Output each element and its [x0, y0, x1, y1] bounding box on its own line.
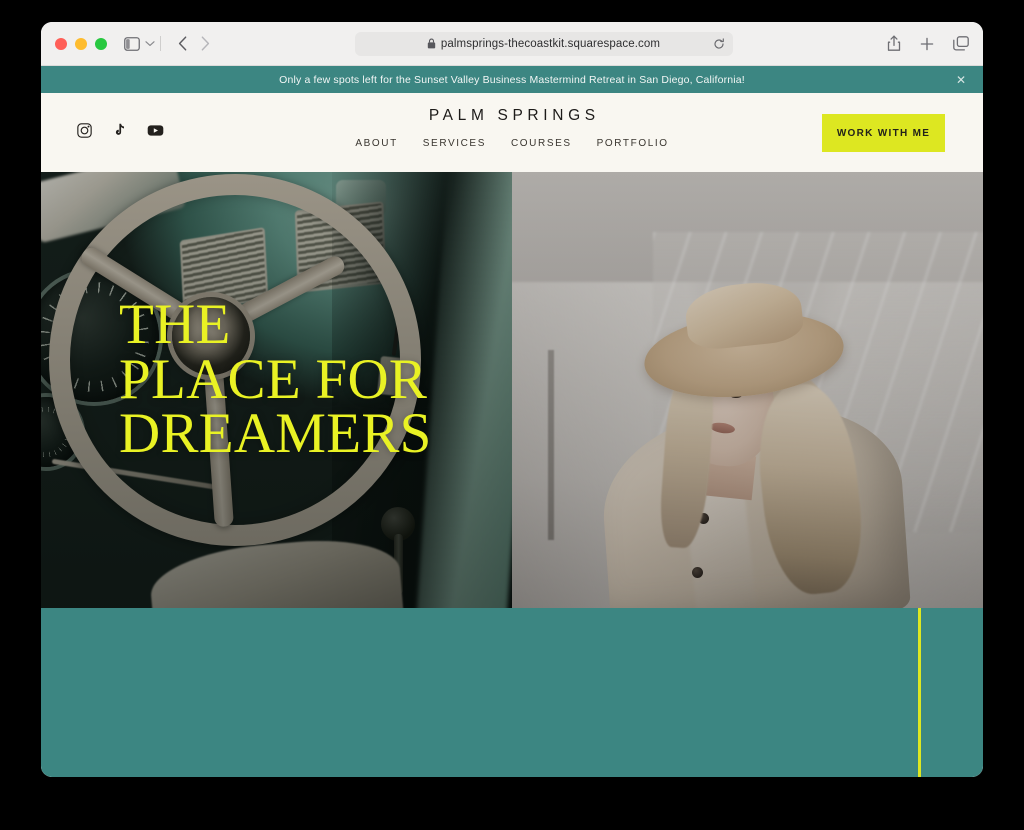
nav-item-about[interactable]: ABOUT: [355, 138, 397, 149]
nav-item-services[interactable]: SERVICES: [423, 138, 486, 149]
hero-section: THE PLACE FOR DREAMERS: [41, 172, 983, 608]
navigation-controls: [178, 36, 210, 51]
browser-toolbar: palmsprings-thecoastkit.squarespace.com: [41, 22, 983, 66]
hero-image-portrait: [512, 172, 983, 608]
teal-section: [41, 608, 983, 777]
portrait-image-overlay: [512, 172, 983, 608]
site-header: PALM SPRINGS ABOUT SERVICES COURSES PORT…: [41, 93, 983, 172]
browser-window: palmsprings-thecoastkit.squarespace.com: [41, 22, 983, 777]
minimize-window-button[interactable]: [75, 37, 87, 50]
back-icon[interactable]: [178, 36, 187, 51]
close-window-button[interactable]: [55, 37, 67, 50]
announcement-bar: Only a few spots left for the Sunset Val…: [41, 66, 983, 93]
address-bar[interactable]: palmsprings-thecoastkit.squarespace.com: [354, 31, 733, 56]
tab-overview-icon[interactable]: [953, 36, 969, 51]
address-bar-text: palmsprings-thecoastkit.squarespace.com: [440, 37, 661, 50]
web-page: Only a few spots left for the Sunset Val…: [41, 66, 983, 777]
main-navigation: ABOUT SERVICES COURSES PORTFOLIO: [355, 138, 668, 149]
hero-headline: THE PLACE FOR DREAMERS: [119, 293, 432, 466]
share-icon[interactable]: [887, 35, 901, 52]
maximize-window-button[interactable]: [95, 37, 107, 50]
sidebar-icon[interactable]: [124, 36, 140, 51]
sidebar-controls: [124, 36, 155, 51]
lock-icon: [427, 38, 436, 49]
nav-item-courses[interactable]: COURSES: [511, 138, 572, 149]
toolbar-divider: [160, 36, 161, 51]
nav-item-portfolio[interactable]: PORTFOLIO: [597, 138, 669, 149]
plus-icon[interactable]: [920, 37, 934, 51]
announcement-text: Only a few spots left for the Sunset Val…: [279, 73, 745, 86]
toolbar-right-actions: [887, 35, 969, 52]
portrait-illustration: [512, 172, 983, 608]
forward-icon[interactable]: [201, 36, 210, 51]
work-with-me-button[interactable]: WORK WITH ME: [822, 114, 945, 152]
chevron-down-icon[interactable]: [145, 40, 155, 47]
close-icon[interactable]: ✕: [956, 74, 966, 86]
work-with-me-label: WORK WITH ME: [836, 127, 931, 139]
accent-vertical-rule: [918, 608, 921, 777]
hero-image-car: THE PLACE FOR DREAMERS: [41, 172, 512, 608]
reload-icon[interactable]: [713, 37, 725, 50]
address-bar-container: palmsprings-thecoastkit.squarespace.com: [210, 31, 877, 56]
screenshot-stage: palmsprings-thecoastkit.squarespace.com: [0, 0, 1024, 830]
window-controls: [55, 37, 107, 50]
site-title: PALM SPRINGS: [428, 107, 600, 124]
